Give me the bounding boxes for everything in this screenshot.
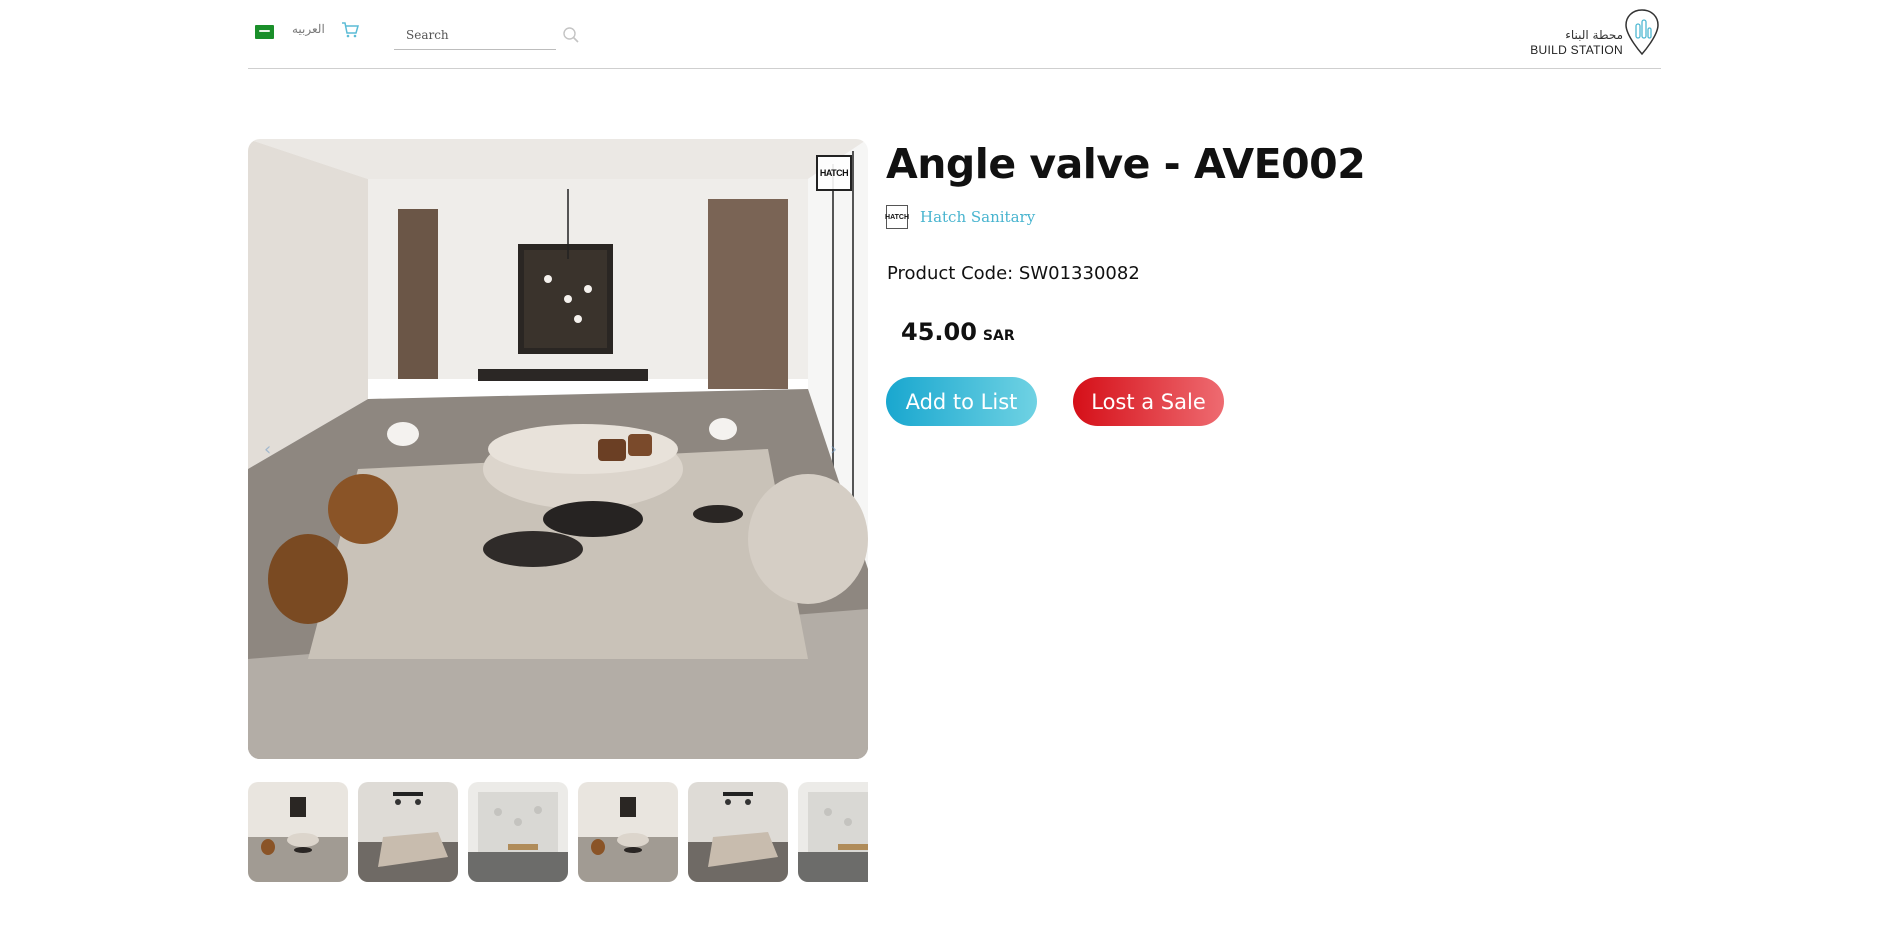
- site-header: العربيه محطة البناء BUILD STATION: [248, 0, 1661, 69]
- logo-arabic-text: محطة البناء: [1565, 28, 1623, 42]
- chevron-right-icon[interactable]: ›: [830, 439, 852, 461]
- price-currency: SAR: [982, 328, 1015, 344]
- thumbnail-living-room[interactable]: [248, 782, 348, 882]
- thumbnail-living-room-2[interactable]: [578, 782, 678, 882]
- build-station-logo[interactable]: محطة البناء BUILD STATION: [1521, 8, 1661, 58]
- main-product-image[interactable]: HATCH ‹ ›: [248, 139, 868, 759]
- logo-english-text: BUILD STATION: [1530, 43, 1623, 57]
- price-amount: 45.00: [901, 318, 977, 346]
- cart-icon[interactable]: [341, 21, 359, 39]
- thumbnail-wall-panel-2[interactable]: [798, 782, 868, 882]
- thumbnail-dining-room-2[interactable]: [688, 782, 788, 882]
- location-pin-logo-icon: [1625, 9, 1659, 56]
- search-input[interactable]: [394, 20, 556, 49]
- brand-link[interactable]: Hatch Sanitary: [920, 208, 1035, 226]
- thumbnail-strip: [248, 782, 868, 882]
- search-field: [394, 20, 556, 50]
- add-to-list-button[interactable]: Add to List: [886, 377, 1037, 426]
- product-price: 45.00 SAR: [901, 318, 1015, 346]
- lost-a-sale-button[interactable]: Lost a Sale: [1073, 377, 1224, 426]
- hatch-brand-badge: HATCH: [816, 155, 852, 191]
- hatch-brand-icon: HATCH: [885, 205, 909, 229]
- product-code: Product Code: SW01330082: [887, 263, 1140, 284]
- thumbnail-dining-room[interactable]: [358, 782, 458, 882]
- living-room-image: [248, 139, 868, 759]
- brand-row: HATCH Hatch Sanitary: [885, 204, 1035, 230]
- saudi-flag-icon[interactable]: [255, 25, 274, 39]
- product-title: Angle valve - AVE002: [886, 140, 1366, 188]
- language-switch-link[interactable]: العربيه: [292, 22, 325, 36]
- search-icon[interactable]: [562, 26, 580, 44]
- chevron-left-icon[interactable]: ‹: [264, 439, 286, 461]
- thumbnail-wall-panel[interactable]: [468, 782, 568, 882]
- logo-text: محطة البناء BUILD STATION: [1530, 28, 1623, 58]
